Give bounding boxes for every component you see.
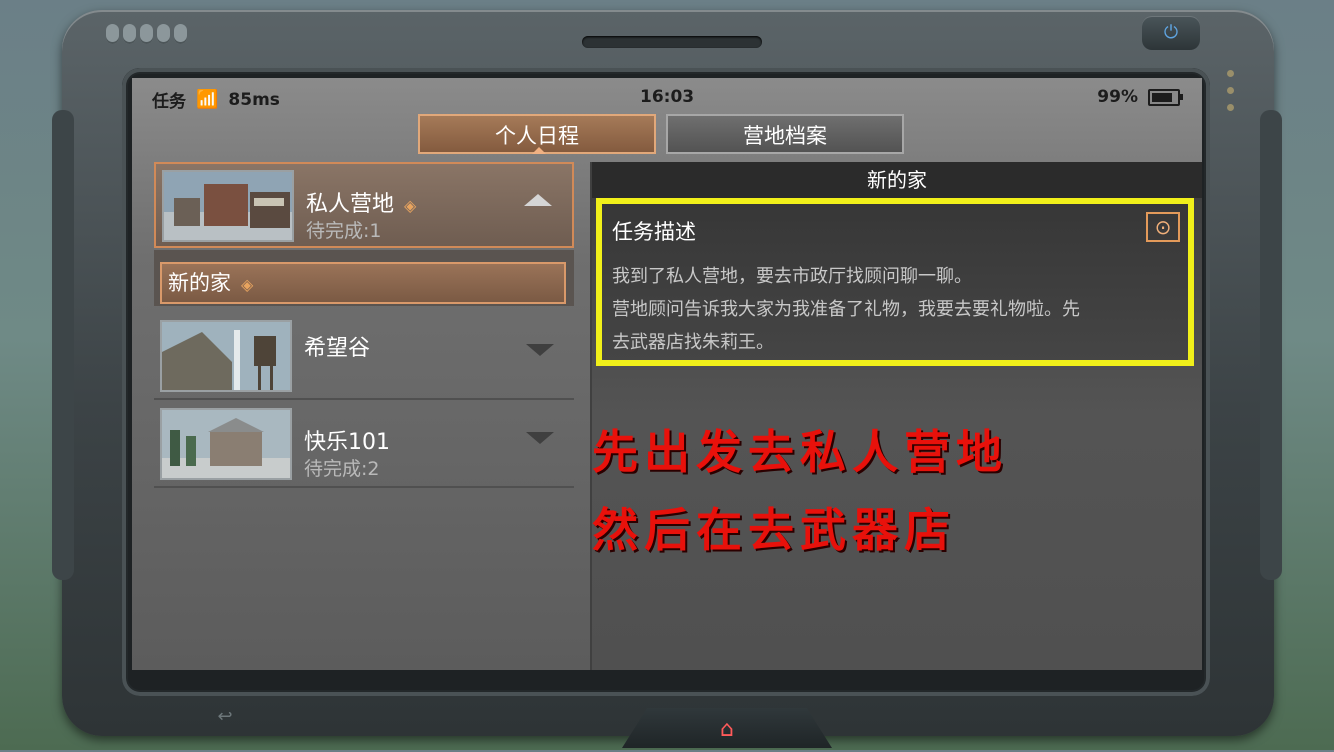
tab-camp-archive[interactable]: 营地档案 [666, 114, 904, 154]
indicator-lights [1227, 70, 1234, 121]
tab-bar: 个人日程 营地档案 [418, 114, 904, 154]
tab-personal-schedule[interactable]: 个人日程 [418, 114, 656, 154]
description-line: 去武器店找朱莉王。 [612, 332, 774, 353]
back-arrow-icon: ↩ [217, 706, 233, 727]
sub-quest-title: 新的家 [168, 271, 231, 295]
back-button[interactable]: ↩ [180, 704, 270, 730]
right-rail [1260, 110, 1282, 580]
description-line: 营地顾问告诉我大家为我准备了礼物，我要去要礼物啦。先 [612, 299, 1080, 320]
quest-title: 私人营地 [306, 192, 395, 217]
chevron-up-icon[interactable] [524, 194, 552, 206]
task-description-box: 任务描述 ⊙ 我到了私人营地，要去市政厅找顾问聊一聊。 营地顾问告诉我大家为我准… [596, 198, 1194, 366]
battery-icon [1148, 88, 1183, 106]
sub-quest-new-home[interactable]: 新的家 ◈ [160, 262, 566, 304]
chevron-down-icon[interactable] [526, 344, 554, 356]
list-item-private-camp[interactable]: 私人营地 ◈ 待完成:1 [154, 162, 574, 248]
top-slot [582, 36, 762, 48]
quest-title: 希望谷 [304, 336, 371, 361]
left-rail [52, 110, 74, 580]
list-item-happy-101[interactable]: 快乐101 待完成:2 [154, 402, 574, 488]
task-description: 我到了私人营地，要去市政厅找顾问聊一聊。 营地顾问告诉我大家为我准备了礼物，我要… [612, 260, 1188, 359]
sub-quest-area: 新的家 ◈ [154, 250, 574, 306]
home-button[interactable]: ⌂ [622, 708, 832, 748]
quest-status: 待完成:1 [306, 220, 382, 242]
app-screen: 任务 📶 85ms 16:03 99% 个人日程 营地档案 私人营地 ◈ 待完成… [132, 78, 1202, 670]
section-title: 任务描述 [612, 220, 696, 244]
quest-detail-panel: 新的家 任务描述 ⊙ 我到了私人营地，要去市政厅找顾问聊一聊。 营地顾问告诉我大… [592, 162, 1202, 670]
quest-list: 私人营地 ◈ 待完成:1 新的家 ◈ 希望谷 快乐101 待完成:2 [150, 162, 576, 670]
home-icon: ⌂ [720, 717, 734, 742]
hope-valley-thumbnail [160, 320, 292, 392]
app-name: 任务 [152, 92, 186, 112]
battery-percent: 99% [1097, 87, 1138, 107]
quest-status: 待完成:2 [304, 458, 380, 480]
grip-decoration [106, 24, 187, 44]
power-button[interactable]: ⏻ [1142, 16, 1200, 50]
track-marker-icon: ◈ [241, 275, 254, 294]
description-line: 我到了私人营地，要去市政厅找顾问聊一聊。 [612, 266, 972, 287]
ping-value: 85ms [228, 89, 280, 110]
chevron-down-icon[interactable] [526, 432, 554, 444]
quest-title: 快乐101 [304, 430, 390, 455]
private-camp-thumbnail [162, 170, 294, 242]
wifi-icon: 📶 [196, 89, 219, 110]
happy-101-thumbnail [160, 408, 292, 480]
list-item-hope-valley[interactable]: 希望谷 [154, 314, 574, 400]
annotation-line-1: 先出发去私人营地 [592, 425, 1008, 479]
track-marker-icon: ◈ [404, 196, 417, 215]
clock: 16:03 [640, 87, 695, 107]
annotation-line-2: 然后在去武器店 [592, 503, 956, 557]
locate-target-icon[interactable]: ⊙ [1146, 212, 1180, 242]
detail-title: 新的家 [592, 162, 1202, 198]
status-bar: 任务 📶 85ms 16:03 99% [132, 78, 1202, 114]
